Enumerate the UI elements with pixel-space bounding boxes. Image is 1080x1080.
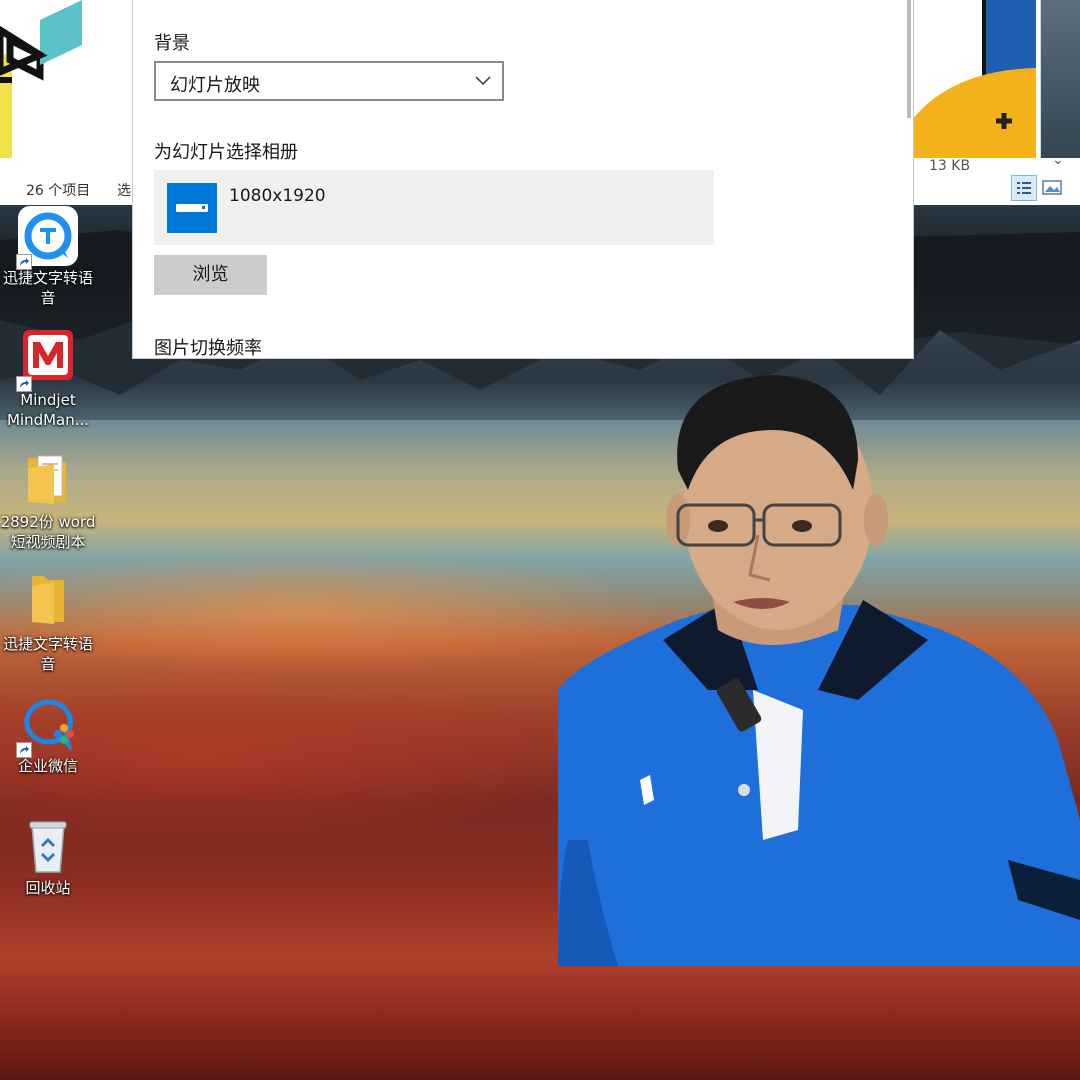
desktop-icon-label: 回收站 — [25, 879, 71, 897]
item-count-text: 26 个项目 — [26, 183, 91, 199]
album-name: 1080x1920 — [229, 186, 326, 206]
desktop-icon-label: 迅捷文字转语 — [2, 269, 93, 287]
shortcut-arrow-icon — [16, 254, 32, 270]
desktop-icon-label: 2892份 word — [0, 513, 96, 531]
folder-icon — [28, 455, 66, 504]
desktop-icon-label: 音 — [40, 289, 56, 307]
folder-album-icon — [167, 183, 217, 233]
details-view-button[interactable] — [1011, 175, 1037, 201]
background-label: 背景 — [154, 33, 190, 54]
album-item[interactable]: 1080x1920 — [154, 170, 714, 245]
chevron-down-icon — [475, 76, 491, 86]
desktop-icon-wecom[interactable]: 企业微信 — [0, 694, 96, 776]
app-logo-left-graphic — [0, 0, 110, 158]
desktop-icon-label: 音 — [40, 655, 56, 673]
details-view-icon — [1017, 182, 1031, 194]
presenter-video-overlay — [558, 375, 1080, 966]
selected-count-text: 选 — [117, 183, 131, 199]
desktop-icon-label: MindMan... — [6, 411, 90, 429]
background-type-dropdown[interactable]: 幻灯片放映 — [154, 61, 504, 101]
picture-interval-label: 图片切换频率 — [154, 338, 262, 359]
chevron-down-icon[interactable]: ⌄ — [1052, 152, 1064, 168]
desktop-icon-xunjie-tts[interactable]: 迅捷文字转语 音 — [0, 206, 96, 308]
app-logo-right-graphic — [912, 0, 1040, 158]
desktop-icon-label: 企业微信 — [17, 757, 78, 775]
shortcut-arrow-icon — [16, 742, 32, 758]
file-size-text: 13 KB — [929, 158, 971, 174]
browse-button[interactable]: 浏览 — [154, 255, 267, 295]
desktop-icon-word-scripts-folder[interactable]: 2892份 word 短视频剧本 — [0, 450, 96, 552]
desktop-icon-xunjie-folder[interactable]: 迅捷文字转语 音 — [0, 572, 96, 674]
shortcut-arrow-icon — [16, 376, 32, 392]
desktop-icon-recycle-bin[interactable]: 回收站 — [0, 816, 96, 898]
desktop-icon-label: 短视频剧本 — [10, 533, 86, 551]
background-type-value: 幻灯片放映 — [170, 75, 260, 96]
settings-scrollbar[interactable] — [907, 0, 911, 118]
large-icons-view-icon[interactable] — [1041, 178, 1063, 198]
desktop-icon-label: 迅捷文字转语 — [2, 635, 93, 653]
desktop-icon-label: Mindjet — [20, 391, 76, 409]
album-select-label: 为幻灯片选择相册 — [154, 142, 298, 163]
folder-icon — [32, 576, 64, 624]
recycle-bin-icon — [29, 821, 67, 873]
desktop-icon-mindjet[interactable]: Mindjet MindMan... — [0, 328, 96, 430]
